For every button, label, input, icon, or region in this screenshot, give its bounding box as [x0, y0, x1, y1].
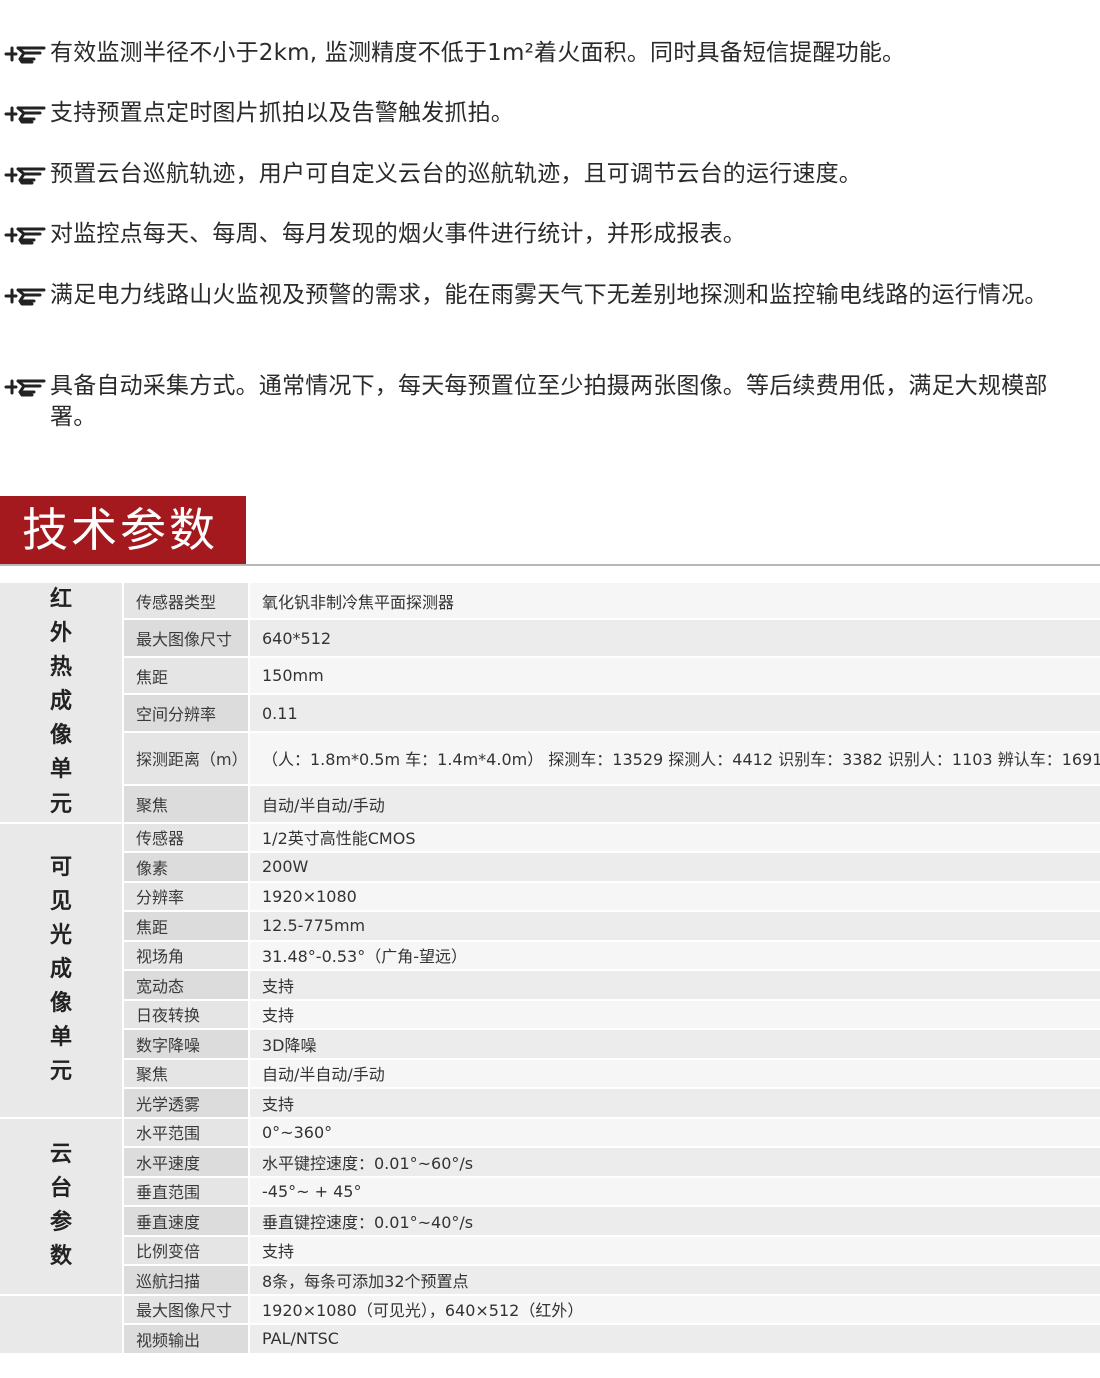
feature-text: 满足电力线路山火监视及预警的需求，能在雨雾天气下无差别地探测和监控输电线路的运行…	[50, 282, 1048, 308]
param-value: 3D降噪	[249, 1028, 1100, 1060]
table-row: 最大图像尺寸 640*512	[0, 618, 1100, 658]
pointing-hand-icon	[4, 106, 46, 124]
table-row: 像素 200W	[0, 851, 1100, 883]
pointing-hand-icon	[4, 288, 46, 306]
param-name: 最大图像尺寸	[123, 618, 250, 658]
table-row: 宽动态 支持	[0, 969, 1100, 1001]
group-label: 可见光成像单元	[0, 821, 124, 1119]
param-name: 分辨率	[123, 880, 250, 913]
table-row: 探测距离（m） （人：1.8m*0.5m 车：1.4m*4.0m） 探测车：13…	[0, 730, 1100, 787]
param-name: 传感器	[123, 821, 250, 854]
param-name: 光学透雾	[123, 1087, 250, 1119]
param-value: 垂直键控速度：0.01°~40°/s	[249, 1205, 1100, 1237]
feature-text: 有效监测半径不小于2km, 监测精度不低于1m²着火面积。同时具备短信提醒功能。	[50, 40, 906, 66]
feature-item: 支持预置点定时图片抓拍以及告警触发抓拍。	[0, 98, 1100, 129]
table-row: 巡航扫描 8条，每条可添加32个预置点	[0, 1264, 1100, 1296]
feature-text: 具备自动采集方式。通常情况下，每天每预置位至少拍摄两张图像。等后续费用低，满足大…	[50, 373, 1048, 430]
group-label: 云台参数	[0, 1116, 124, 1296]
section-title: 技术参数	[0, 496, 246, 564]
table-row: 聚焦 自动/半自动/手动	[0, 1057, 1100, 1090]
feature-item: 有效监测半径不小于2km, 监测精度不低于1m²着火面积。同时具备短信提醒功能。	[0, 38, 1100, 69]
param-name: 垂直速度	[123, 1205, 250, 1237]
param-value: 31.48°-0.53°（广角-望远）	[249, 939, 1100, 972]
table-row: 数字降噪 3D降噪	[0, 1028, 1100, 1060]
pointing-hand-icon	[4, 167, 46, 185]
param-value: 氧化钒非制冷焦平面探测器	[249, 580, 1100, 621]
table-row: 水平速度 水平键控速度：0.01°~60°/s	[0, 1146, 1100, 1178]
feature-text: 支持预置点定时图片抓拍以及告警触发抓拍。	[50, 100, 514, 126]
param-name: 传感器类型	[123, 580, 250, 621]
feature-text: 对监控点每天、每周、每月发现的烟火事件进行统计，并形成报表。	[50, 221, 746, 247]
param-name: 空间分辨率	[123, 693, 250, 733]
table-row: 比例变倍 支持	[0, 1234, 1100, 1267]
param-value: 0°~360°	[249, 1116, 1100, 1149]
table-row: 焦距 12.5-775mm	[0, 910, 1100, 942]
param-name: 聚焦	[123, 784, 250, 824]
table-row: 日夜转换 支持	[0, 998, 1100, 1031]
param-name: 探测距离（m）	[123, 730, 250, 787]
param-name: 水平速度	[123, 1146, 250, 1178]
param-name: 巡航扫描	[123, 1264, 250, 1296]
feature-item: 对监控点每天、每周、每月发现的烟火事件进行统计，并形成报表。	[0, 219, 1100, 250]
param-name: 数字降噪	[123, 1028, 250, 1060]
param-name: 比例变倍	[123, 1234, 250, 1267]
param-name: 焦距	[123, 910, 250, 942]
param-name: 水平范围	[123, 1116, 250, 1149]
param-name: 最大图像尺寸	[123, 1293, 250, 1326]
param-name: 聚焦	[123, 1057, 250, 1090]
param-value: （人：1.8m*0.5m 车：1.4m*4.0m） 探测车：13529 探测人：…	[249, 730, 1100, 787]
param-value: 支持	[249, 1087, 1100, 1119]
pointing-hand-icon	[4, 379, 46, 397]
param-name: 垂直范围	[123, 1175, 250, 1208]
param-value: 自动/半自动/手动	[249, 784, 1100, 824]
table-row: 光学透雾 支持	[0, 1087, 1100, 1119]
table-row: 焦距 150mm	[0, 655, 1100, 696]
table-row: 垂直速度 垂直键控速度：0.01°~40°/s	[0, 1205, 1100, 1237]
feature-item: 具备自动采集方式。通常情况下，每天每预置位至少拍摄两张图像。等后续费用低，满足大…	[0, 371, 1100, 433]
table-row: 可见光成像单元 传感器 1/2英寸高性能CMOS	[0, 821, 1100, 1119]
param-name: 宽动态	[123, 969, 250, 1001]
param-name: 视频输出	[123, 1323, 250, 1355]
param-name: 日夜转换	[123, 998, 250, 1031]
param-value: PAL/NTSC	[249, 1323, 1100, 1355]
group-label	[0, 1293, 124, 1355]
table-row: 最大图像尺寸 1920×1080（可见光），640×512（红外）	[0, 1293, 1100, 1355]
param-value: 1920×1080（可见光），640×512（红外）	[249, 1293, 1100, 1326]
param-name: 焦距	[123, 655, 250, 696]
title-divider	[0, 564, 1100, 566]
spec-table: 红外热成像单元 传感器类型 氧化钒非制冷焦平面探测器 最大图像尺寸 640*51…	[0, 580, 1100, 1355]
table-row: 分辨率 1920×1080	[0, 880, 1100, 913]
param-name: 像素	[123, 851, 250, 883]
table-row: 红外热成像单元 传感器类型 氧化钒非制冷焦平面探测器	[0, 580, 1100, 824]
param-value: 8条，每条可添加32个预置点	[249, 1264, 1100, 1296]
feature-item: 满足电力线路山火监视及预警的需求，能在雨雾天气下无差别地探测和监控输电线路的运行…	[0, 280, 1100, 311]
param-value: 200W	[249, 851, 1100, 883]
param-value: 150mm	[249, 655, 1100, 696]
table-row: 垂直范围 -45°~ + 45°	[0, 1175, 1100, 1208]
table-row: 云台参数 水平范围 0°~360°	[0, 1116, 1100, 1296]
table-row: 空间分辨率 0.11	[0, 693, 1100, 733]
param-value: 12.5-775mm	[249, 910, 1100, 942]
param-value: -45°~ + 45°	[249, 1175, 1100, 1208]
param-value: 支持	[249, 998, 1100, 1031]
param-value: 1/2英寸高性能CMOS	[249, 821, 1100, 854]
pointing-hand-icon	[4, 227, 46, 245]
feature-item: 预置云台巡航轨迹，用户可自定义云台的巡航轨迹，且可调节云台的运行速度。	[0, 159, 1100, 190]
param-value: 1920×1080	[249, 880, 1100, 913]
group-label: 红外热成像单元	[0, 581, 124, 824]
param-value: 自动/半自动/手动	[249, 1057, 1100, 1090]
param-name: 视场角	[123, 939, 250, 972]
pointing-hand-icon	[4, 46, 46, 64]
param-value: 水平键控速度：0.01°~60°/s	[249, 1146, 1100, 1178]
param-value: 支持	[249, 1234, 1100, 1267]
table-row: 聚焦 自动/半自动/手动	[0, 784, 1100, 824]
feature-text: 预置云台巡航轨迹，用户可自定义云台的巡航轨迹，且可调节云台的运行速度。	[50, 161, 862, 187]
param-value: 支持	[249, 969, 1100, 1001]
param-value: 640*512	[249, 618, 1100, 658]
param-value: 0.11	[249, 693, 1100, 733]
table-row: 视频输出 PAL/NTSC	[0, 1323, 1100, 1355]
table-row: 视场角 31.48°-0.53°（广角-望远）	[0, 939, 1100, 972]
